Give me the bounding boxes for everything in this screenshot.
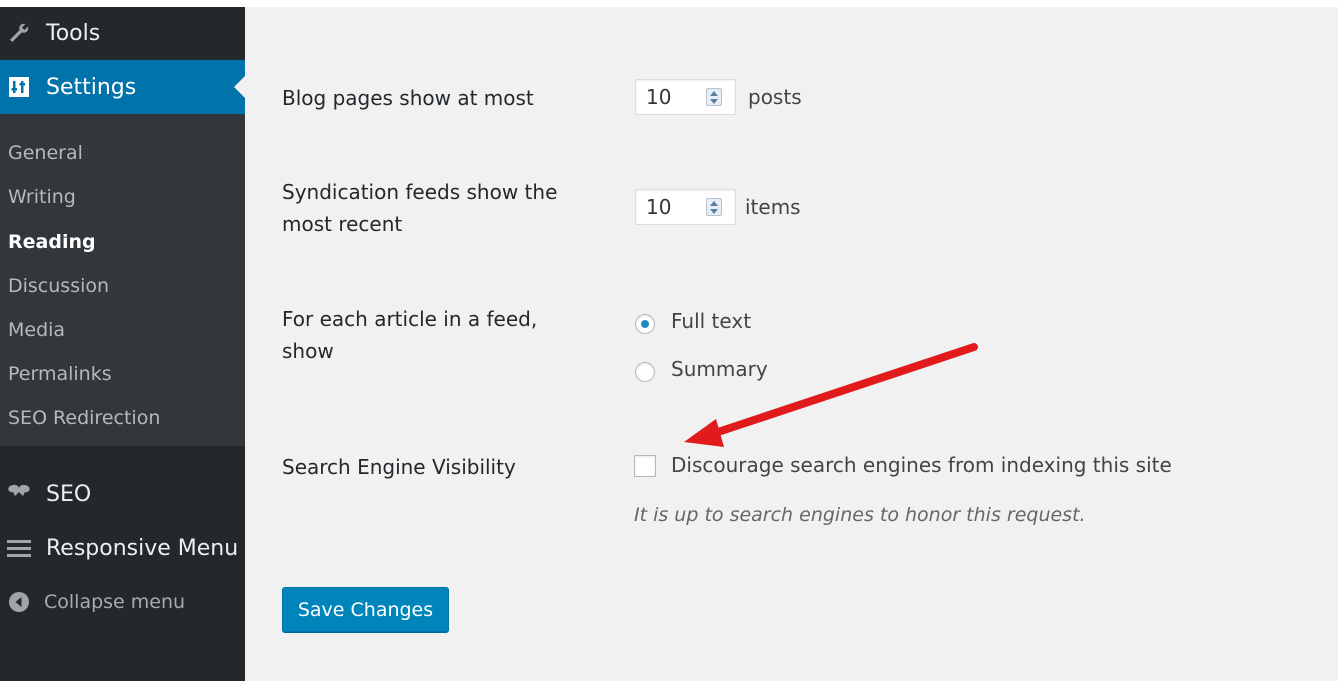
sidebar-item-label: Settings xyxy=(46,74,137,100)
submenu-item-writing[interactable]: Writing xyxy=(8,186,76,208)
discourage-search-label[interactable]: Discourage search engines from indexing … xyxy=(671,453,1172,477)
feed-article-label: For each article in a feed, show xyxy=(282,303,537,367)
blog-pages-unit: posts xyxy=(748,85,802,109)
syndication-label-line2: most recent xyxy=(282,212,403,236)
sidebar-item-responsive-menu[interactable]: Responsive Menu xyxy=(0,523,245,573)
current-menu-pointer xyxy=(234,76,245,98)
submenu-item-seo-redirection[interactable]: SEO Redirection xyxy=(8,407,160,429)
syndication-label-line1: Syndication feeds show the xyxy=(282,180,558,204)
admin-sidebar: Tools Settings General Writing Reading D… xyxy=(0,7,245,681)
submenu-item-general[interactable]: General xyxy=(8,142,83,164)
discourage-search-checkbox[interactable] xyxy=(634,455,656,477)
blog-pages-label: Blog pages show at most xyxy=(282,86,534,110)
hamburger-icon xyxy=(6,535,32,561)
settings-icon xyxy=(6,74,32,100)
search-visibility-help: It is up to search engines to honor this… xyxy=(634,504,1086,526)
sidebar-item-label: SEO xyxy=(46,481,92,507)
sidebar-item-seo[interactable]: SEO xyxy=(0,469,245,519)
blog-pages-value: 10 xyxy=(646,85,672,109)
submenu-item-permalinks[interactable]: Permalinks xyxy=(8,363,112,385)
syndication-value: 10 xyxy=(646,195,672,219)
full-text-radio[interactable] xyxy=(635,314,655,334)
feed-article-label-line1: For each article in a feed, xyxy=(282,307,538,331)
collapse-icon xyxy=(6,589,32,615)
save-changes-button[interactable]: Save Changes xyxy=(282,587,449,632)
sidebar-item-settings[interactable]: Settings xyxy=(0,60,245,114)
summary-label[interactable]: Summary xyxy=(671,357,768,381)
spinner-arrows-icon[interactable] xyxy=(706,88,722,106)
syndication-input[interactable]: 10 xyxy=(635,189,736,225)
submenu-item-reading[interactable]: Reading xyxy=(8,231,96,253)
sidebar-item-label: Collapse menu xyxy=(44,591,186,613)
syndication-label: Syndication feeds show the most recent xyxy=(282,176,557,240)
feed-article-label-line2: show xyxy=(282,339,334,363)
syndication-unit: items xyxy=(745,195,801,219)
submenu-item-discussion[interactable]: Discussion xyxy=(8,275,109,297)
blog-pages-input[interactable]: 10 xyxy=(635,79,736,115)
spinner-arrows-icon[interactable] xyxy=(706,198,722,216)
settings-submenu: General Writing Reading Discussion Media… xyxy=(0,114,245,446)
search-visibility-label: Search Engine Visibility xyxy=(282,455,516,479)
sidebar-item-label: Tools xyxy=(46,20,101,46)
summary-radio[interactable] xyxy=(635,362,655,382)
sidebar-item-tools[interactable]: Tools xyxy=(0,7,245,59)
submenu-item-media[interactable]: Media xyxy=(8,319,65,341)
wrench-icon xyxy=(6,20,32,46)
collapse-menu-button[interactable]: Collapse menu xyxy=(0,577,245,627)
full-text-label[interactable]: Full text xyxy=(671,309,751,333)
seo-icon xyxy=(6,481,32,507)
sidebar-item-label: Responsive Menu xyxy=(46,535,239,561)
reading-settings-form: Blog pages show at most 10 posts Syndica… xyxy=(245,7,1338,681)
